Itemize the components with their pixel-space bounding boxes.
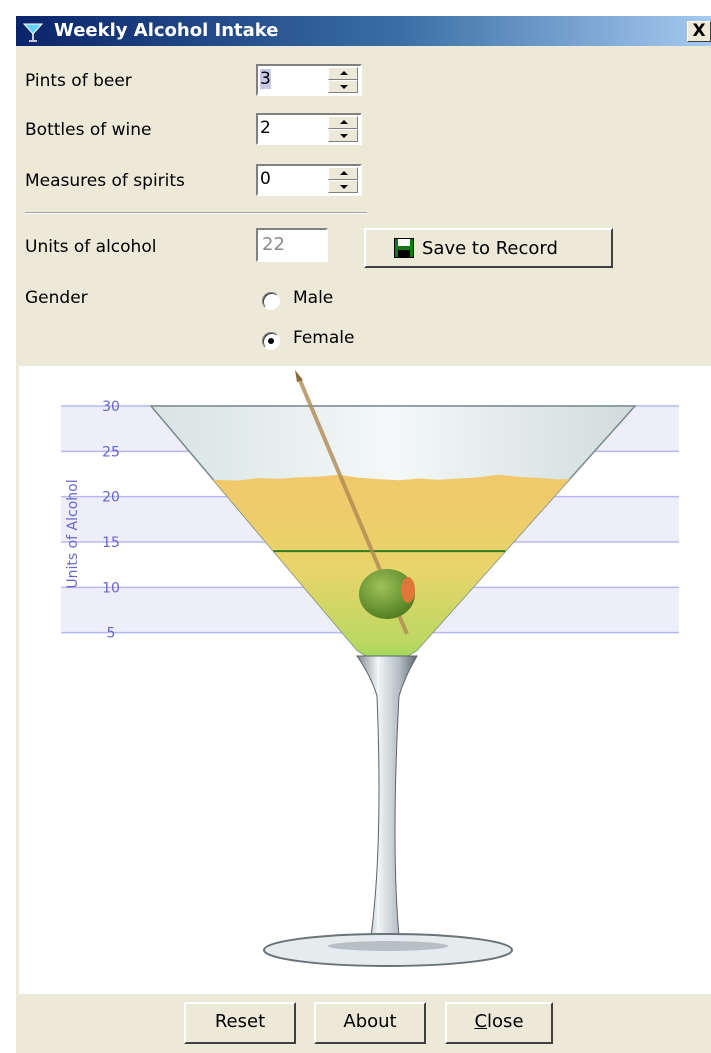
wine-spinner[interactable]: 2 xyxy=(256,113,362,145)
wine-decrement-button[interactable] xyxy=(328,129,358,142)
y-tick-label: 10 xyxy=(102,580,120,596)
arrow-down-icon xyxy=(340,185,348,189)
gender-male-label[interactable]: Male xyxy=(293,288,333,308)
radio-selected-dot xyxy=(268,338,274,344)
window-title: Weekly Alcohol Intake xyxy=(54,20,279,41)
close-button[interactable]: Close xyxy=(445,1002,553,1044)
beer-value[interactable]: 3 xyxy=(260,69,271,89)
beer-increment-button[interactable] xyxy=(328,67,358,80)
martini-gauge-svg: Units of Alcohol 30 25 20 15 10 5 xyxy=(61,370,679,967)
units-label: Units of alcohol xyxy=(25,237,157,257)
olive xyxy=(359,569,415,619)
wine-label: Bottles of wine xyxy=(25,120,152,140)
weekly-alcohol-window: Weekly Alcohol Intake X Pints of beer 3 … xyxy=(16,16,711,1053)
units-value: 22 xyxy=(262,234,285,255)
y-tick-label: 30 xyxy=(102,399,120,415)
martini-icon xyxy=(22,23,44,42)
spirits-decrement-button[interactable] xyxy=(328,180,358,193)
martini-gauge: Units of Alcohol 30 25 20 15 10 5 xyxy=(19,366,711,994)
save-to-record-button[interactable]: Save to Record xyxy=(364,228,613,268)
reset-button[interactable]: Reset xyxy=(184,1002,296,1044)
gender-female-label[interactable]: Female xyxy=(293,328,354,348)
spirits-label: Measures of spirits xyxy=(25,171,185,191)
y-axis-label: Units of Alcohol xyxy=(65,479,81,588)
floppy-disk-icon xyxy=(394,238,414,258)
wine-value[interactable]: 2 xyxy=(260,118,271,138)
spirits-spinner[interactable]: 0 xyxy=(256,164,362,196)
units-field: 22 xyxy=(256,228,328,262)
glass-stem xyxy=(356,655,418,937)
save-to-record-label: Save to Record xyxy=(422,238,558,259)
arrow-up-icon xyxy=(340,120,348,124)
about-button[interactable]: About xyxy=(314,1002,426,1044)
spirits-value[interactable]: 0 xyxy=(260,169,271,189)
y-tick-label: 25 xyxy=(102,444,120,460)
gender-male-radio[interactable] xyxy=(262,292,280,310)
y-tick-label: 20 xyxy=(102,490,120,506)
arrow-up-icon xyxy=(340,171,348,175)
arrow-down-icon xyxy=(340,134,348,138)
beer-label: Pints of beer xyxy=(25,71,132,91)
arrow-down-icon xyxy=(340,85,348,89)
separator xyxy=(25,212,367,214)
close-icon[interactable]: X xyxy=(687,21,711,42)
arrow-up-icon xyxy=(340,71,348,75)
y-tick-label: 5 xyxy=(107,626,116,642)
gender-label: Gender xyxy=(25,288,88,308)
title-bar[interactable]: Weekly Alcohol Intake X xyxy=(16,16,711,46)
wine-increment-button[interactable] xyxy=(328,116,358,129)
y-tick-label: 15 xyxy=(102,535,120,551)
close-button-label: Close xyxy=(474,1011,524,1032)
beer-decrement-button[interactable] xyxy=(328,80,358,93)
spirits-increment-button[interactable] xyxy=(328,167,358,180)
gender-female-radio[interactable] xyxy=(262,332,280,350)
beer-spinner[interactable]: 3 xyxy=(256,64,362,96)
